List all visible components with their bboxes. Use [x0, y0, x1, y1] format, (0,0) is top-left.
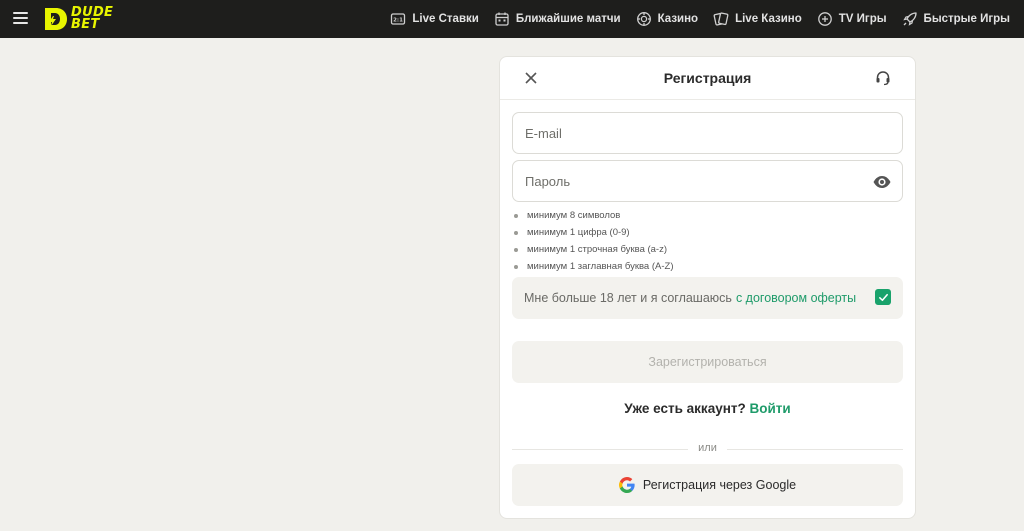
logo-mark-icon: [42, 6, 68, 32]
bullet-icon: [514, 264, 518, 269]
nav-item-live-casino[interactable]: Live Казино: [713, 11, 802, 27]
live-tv-icon: 2:1: [391, 13, 406, 25]
eye-icon[interactable]: [872, 172, 892, 192]
modal-title: Регистрация: [663, 70, 752, 86]
have-account-text: Уже есть аккаунт?: [624, 401, 746, 416]
offer-agreement-link[interactable]: с договором оферты: [736, 291, 856, 305]
nav-item-fast-games[interactable]: Быстрые Игры: [902, 11, 1010, 27]
nav-item-tv-games[interactable]: TV Игры: [817, 11, 887, 27]
google-signup-button[interactable]: Регистрация через Google: [512, 464, 903, 506]
calendar-icon: [495, 12, 509, 26]
rocket-icon: [902, 12, 917, 26]
check-icon: [878, 293, 888, 301]
main-nav: 2:1 Live Ставки Ближайшие матчи Казино L…: [390, 0, 1010, 38]
login-link[interactable]: Войти: [749, 401, 790, 416]
bullet-icon: [514, 213, 518, 218]
support-headset-icon[interactable]: [874, 69, 892, 87]
terms-text: Мне больше 18 лет и я соглашаюсь: [524, 291, 732, 305]
password-rule: минимум 1 строчная буква (a-z): [514, 241, 673, 258]
nav-item-live-bets[interactable]: 2:1 Live Ставки: [390, 11, 479, 27]
password-field[interactable]: [512, 160, 903, 202]
top-navigation-bar: DUDE BET 2:1 Live Ставки Ближайшие матчи…: [0, 0, 1024, 38]
registration-modal: Регистрация минимум 8 символов минимум 1…: [499, 56, 916, 519]
google-signup-label: Регистрация через Google: [642, 478, 797, 492]
password-rules: минимум 8 символов минимум 1 цифра (0-9)…: [514, 207, 673, 275]
cards-icon: [713, 12, 729, 26]
menu-icon[interactable]: [13, 12, 28, 24]
or-separator: или: [500, 442, 915, 454]
terms-agreement: Мне больше 18 лет и я соглашаюсь с догов…: [512, 277, 903, 319]
password-rule: минимум 1 цифра (0-9): [514, 224, 673, 241]
nav-item-casino[interactable]: Казино: [636, 11, 698, 27]
tv-games-icon: [817, 12, 832, 26]
email-input[interactable]: [525, 125, 855, 141]
logo-text: DUDE BET: [71, 5, 114, 32]
nav-item-upcoming-matches[interactable]: Ближайшие матчи: [494, 11, 621, 27]
login-prompt: Уже есть аккаунт? Войти: [500, 401, 915, 416]
logo[interactable]: DUDE BET: [42, 4, 113, 34]
password-input[interactable]: [525, 173, 855, 189]
email-field[interactable]: [512, 112, 903, 154]
modal-header: Регистрация: [500, 57, 915, 100]
register-button[interactable]: Зарегистрироваться: [512, 341, 903, 383]
bullet-icon: [514, 247, 518, 252]
password-rule: минимум 1 заглавная буква (A-Z): [514, 258, 673, 275]
svg-text:2:1: 2:1: [393, 18, 403, 24]
casino-chip-icon: [636, 12, 651, 26]
bullet-icon: [514, 230, 518, 235]
google-icon: [618, 477, 635, 493]
terms-checkbox[interactable]: [875, 289, 891, 305]
password-rule: минимум 8 символов: [514, 207, 673, 224]
